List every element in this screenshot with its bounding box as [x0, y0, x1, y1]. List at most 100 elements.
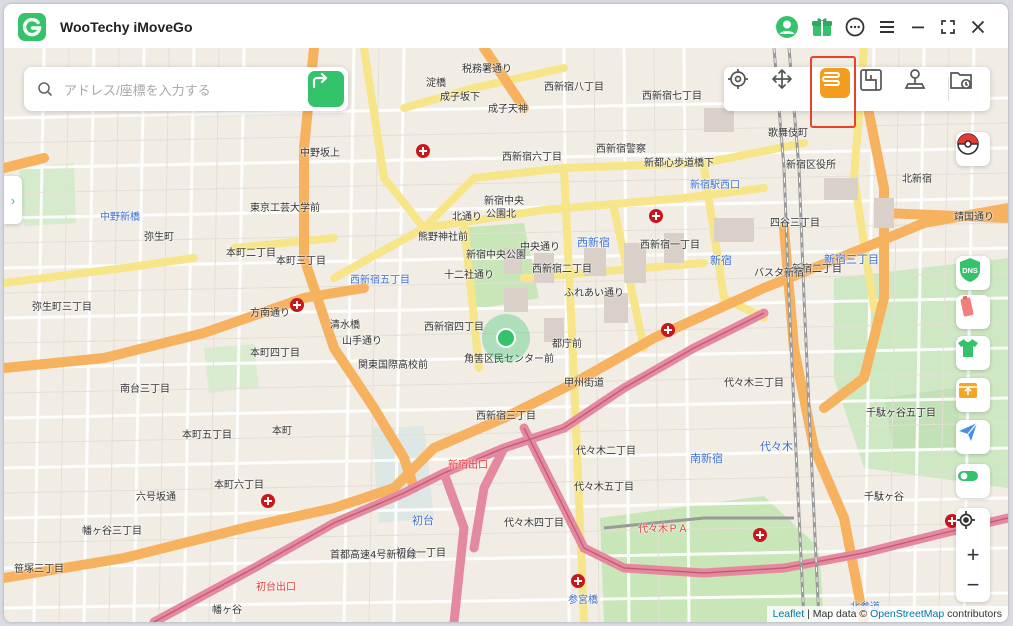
search-bar [24, 67, 348, 111]
map-label: バスタ新宿 [754, 268, 804, 279]
map-label: 山手通り [342, 336, 382, 347]
map-label: 弥生町三丁目 [32, 302, 92, 313]
map-label: 新宿出口 [448, 460, 488, 471]
map-label: 本町四丁目 [250, 348, 300, 359]
map-label: 西新宿一丁目 [640, 240, 700, 251]
map-label: 十二社通り [444, 270, 494, 281]
map-label: 北新宿 [902, 174, 932, 185]
map-label: 公園北 [486, 209, 516, 220]
zoom-out-button[interactable]: − [956, 570, 990, 600]
minimize-icon[interactable] [905, 14, 931, 40]
map-label: 笹塚三丁目 [14, 564, 64, 575]
map-label: 代々木二丁目 [576, 446, 636, 457]
send-icon[interactable] [956, 420, 990, 454]
map-label: 弥生町 [144, 232, 174, 243]
map-label: 西新宿八丁目 [544, 82, 604, 93]
import-gpx-icon[interactable] [956, 378, 990, 412]
map-label: 中野新橋 [100, 212, 140, 223]
map-label: 代々木ＰＡ [638, 524, 688, 535]
map-label: 西新宿三丁目 [476, 411, 536, 422]
map-label: 本町五丁目 [182, 430, 232, 441]
map-label: 本町 [272, 426, 292, 437]
map-label: 熊野神社前 [418, 232, 468, 243]
app-title: WooTechy iMoveGo [60, 19, 193, 35]
avatar-icon[interactable] [774, 14, 800, 40]
map-label: 西新宿六丁目 [502, 152, 562, 163]
title-bar: WooTechy iMoveGo [4, 4, 1008, 48]
map-label: 南台三丁目 [120, 384, 170, 395]
map-label: 初台出口 [256, 582, 296, 593]
zoom-in-button[interactable]: + [956, 540, 990, 570]
jump-teleport-icon[interactable] [902, 67, 946, 111]
leaflet-link[interactable]: Leaflet [773, 608, 805, 620]
attribution-text: | Map data © [804, 608, 871, 620]
map-label: 方南通り [250, 308, 290, 319]
map-label: 西新宿二丁目 [532, 264, 592, 275]
mode-toolbar [724, 67, 990, 111]
multi-spot-mode-icon[interactable] [820, 68, 850, 98]
map-label: 西新宿五丁目 [350, 275, 410, 286]
map-label: 初台一丁目 [396, 548, 446, 559]
map-label: 西新宿四丁目 [424, 322, 484, 333]
map-label: 新都心歩道橋下 [644, 158, 714, 169]
map-label: 甲州街道 [564, 378, 604, 389]
map-label: 幡ヶ谷三丁目 [82, 526, 142, 537]
history-icon[interactable] [948, 67, 992, 111]
joystick-mode-icon[interactable] [770, 67, 814, 111]
sidebar-toggle-button[interactable]: › [4, 176, 22, 224]
app-logo-icon [18, 13, 46, 41]
map-label: 清水橋 [330, 320, 360, 331]
map-attribution: Leaflet | Map data © OpenStreetMap contr… [766, 606, 1008, 622]
current-location-marker[interactable] [482, 314, 530, 362]
map-label: 成子天神 [488, 104, 528, 115]
map-label: 新宿区役所 [786, 160, 836, 171]
shirt-icon[interactable] [956, 336, 990, 370]
map-label: 新宿中央公園 [466, 250, 526, 261]
search-go-button[interactable] [308, 71, 344, 107]
map-label: 関東国際高校前 [358, 360, 428, 371]
map-label: 幡ヶ谷 [212, 605, 242, 616]
menu-icon[interactable] [874, 14, 900, 40]
pokeball-icon[interactable] [956, 132, 990, 166]
dns-icon[interactable]: DNS [956, 256, 990, 290]
map-label: 初台 [412, 514, 434, 527]
map-label: 西新宿 [577, 236, 610, 249]
map-label: 本町三丁目 [276, 256, 326, 267]
map-label: 東京工芸大学前 [250, 203, 320, 214]
teleport-mode-icon[interactable] [726, 67, 770, 111]
chevron-right-icon: › [10, 192, 16, 208]
map-label: 代々木四丁目 [504, 518, 564, 529]
chat-icon[interactable] [842, 14, 868, 40]
map-label: 税務署通り [462, 64, 512, 75]
map-label: 中野坂上 [300, 148, 340, 159]
active-mode-highlight [810, 56, 856, 128]
toggle-icon[interactable] [956, 464, 990, 498]
map-zoom-controls: + − [956, 508, 990, 602]
osm-link[interactable]: OpenStreetMap [870, 608, 944, 620]
map-label: 本町六丁目 [214, 480, 264, 491]
map-label: 代々木五丁目 [574, 482, 634, 493]
app-window: WooTechy iMoveGo 税務署通り 淀橋 西新宿八丁目 成子坂下 成子… [4, 4, 1008, 622]
map-label: ふれあい通り [564, 288, 624, 299]
arrow-turn-icon [312, 72, 328, 89]
map-label: 代々木 [760, 440, 793, 453]
map-label: 西新宿警察 [596, 144, 646, 155]
close-icon[interactable] [965, 14, 991, 40]
gift-icon[interactable] [809, 14, 835, 40]
map-label: 靖国通り [954, 212, 994, 223]
battery-icon[interactable] [956, 295, 990, 329]
attribution-tail: contributors [944, 608, 1002, 620]
two-spot-mode-icon[interactable] [858, 67, 902, 111]
map-label: 西新宿七丁目 [642, 91, 702, 102]
map-label: 淀橋 [426, 78, 446, 89]
locate-me-icon[interactable] [956, 510, 990, 540]
map-label: 新宿駅西口 [690, 180, 740, 191]
fullscreen-icon[interactable] [935, 14, 961, 40]
search-input[interactable] [62, 79, 306, 101]
map-label: 千駄ヶ谷 [864, 492, 904, 503]
map-label: 六号坂通 [136, 492, 176, 503]
map-label: 北通り [452, 212, 482, 223]
map-label: 本町二丁目 [226, 248, 276, 259]
map-view[interactable]: 税務署通り 淀橋 西新宿八丁目 成子坂下 成子天神 西新宿七丁目 西新宿六丁目 … [4, 48, 1008, 622]
map-label: 南新宿 [690, 452, 723, 465]
